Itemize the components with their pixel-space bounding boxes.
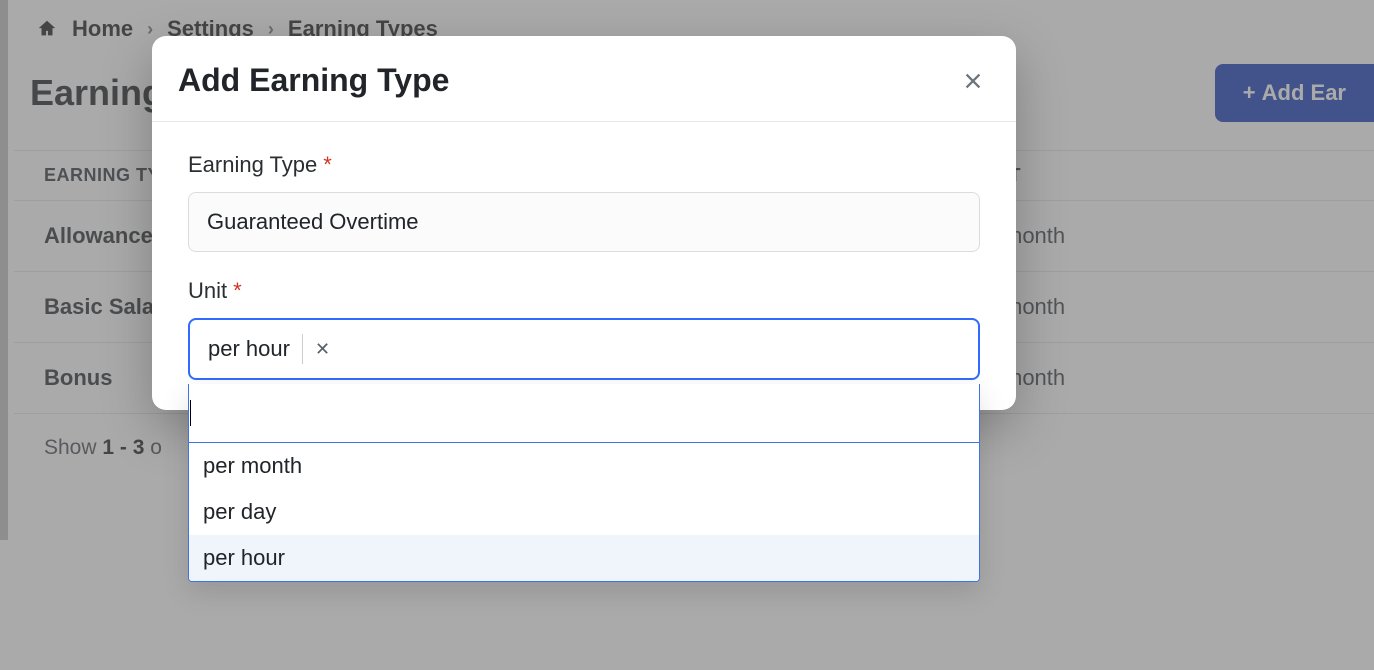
required-asterisk: * — [323, 152, 332, 177]
remove-chip-icon[interactable]: ✕ — [315, 339, 330, 360]
modal-title: Add Earning Type — [178, 62, 449, 99]
chip-divider — [302, 334, 303, 364]
unit-dropdown: per month per day per hour — [188, 384, 980, 582]
unit-select-control[interactable]: per hour ✕ — [188, 318, 980, 380]
unit-label: Unit* — [188, 278, 980, 304]
unit-select: per hour ✕ per month per day per hour — [188, 318, 980, 380]
modal-body: Earning Type* Unit* per hour ✕ — [152, 122, 1016, 410]
label-text: Unit — [188, 278, 227, 303]
earning-type-input[interactable] — [188, 192, 980, 252]
field-earning-type: Earning Type* — [188, 152, 980, 252]
earning-type-label: Earning Type* — [188, 152, 980, 178]
unit-selected-chip: per hour — [208, 336, 302, 362]
label-text: Earning Type — [188, 152, 317, 177]
modal-header: Add Earning Type — [152, 36, 1016, 122]
add-earning-type-modal: Add Earning Type Earning Type* Unit* per… — [152, 36, 1016, 410]
unit-option[interactable]: per day — [189, 489, 979, 535]
required-asterisk: * — [233, 278, 242, 303]
close-icon[interactable] — [962, 70, 984, 92]
dropdown-search-wrap — [189, 384, 979, 443]
field-unit: Unit* per hour ✕ per month per day per h… — [188, 278, 980, 380]
unit-option[interactable]: per month — [189, 443, 979, 489]
unit-option[interactable]: per hour — [189, 535, 979, 581]
unit-search-input[interactable] — [191, 384, 979, 442]
